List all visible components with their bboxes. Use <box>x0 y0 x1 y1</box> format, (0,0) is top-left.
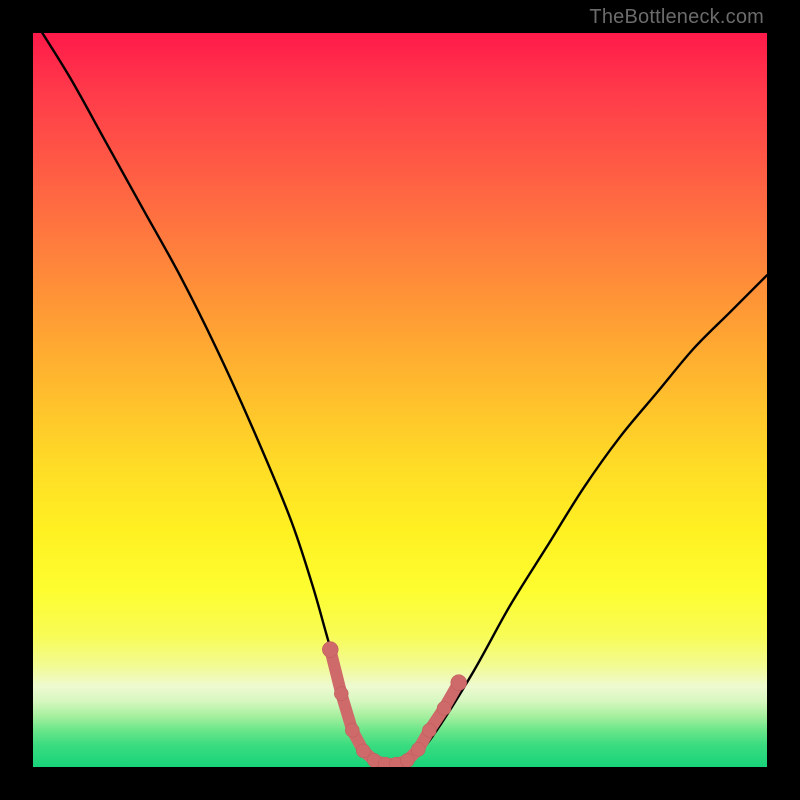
optimum-marker <box>411 742 425 756</box>
optimum-marker <box>437 701 451 715</box>
bottleneck-curve-line <box>33 33 767 765</box>
optimum-marker <box>356 744 370 758</box>
optimum-marker <box>345 723 359 737</box>
chart-frame: TheBottleneck.com <box>0 0 800 800</box>
optimum-marker <box>422 723 436 737</box>
attribution-label: TheBottleneck.com <box>589 6 764 29</box>
optimum-marker <box>400 753 414 767</box>
optimum-marker <box>334 687 348 701</box>
bottleneck-curve-svg <box>33 33 767 767</box>
optimum-marker <box>451 675 467 691</box>
optimum-marker <box>322 642 338 658</box>
